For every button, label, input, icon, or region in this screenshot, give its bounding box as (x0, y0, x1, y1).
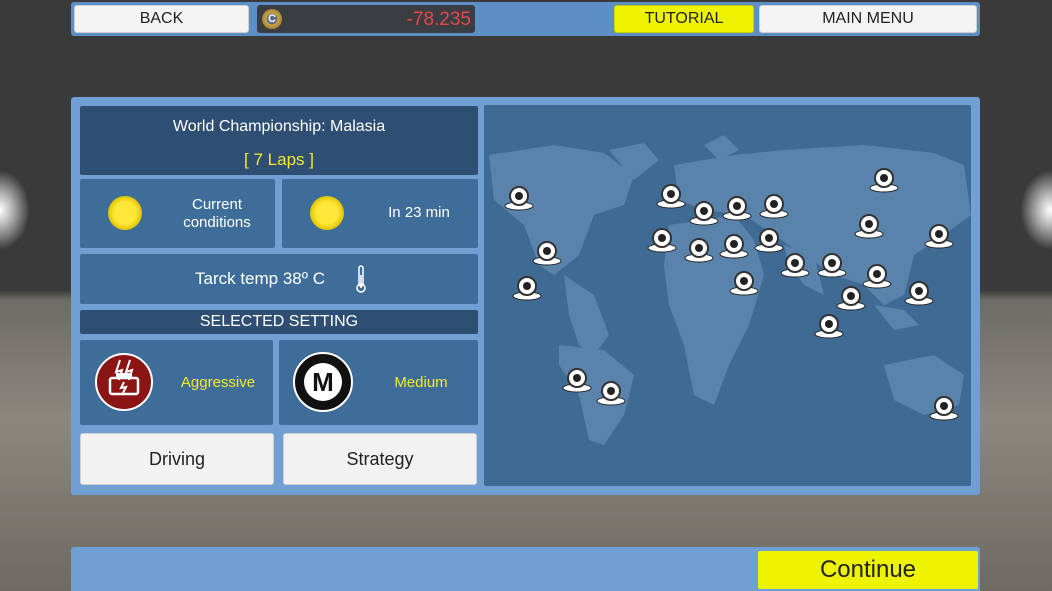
map-marker-middle-east-1[interactable] (729, 270, 759, 296)
sun-icon (108, 196, 142, 230)
map-marker-south-america-1[interactable] (562, 367, 592, 393)
strategy-button[interactable]: Strategy (283, 433, 477, 485)
map-marker-europe-7[interactable] (719, 233, 749, 259)
money-value: -78.235 (406, 9, 471, 30)
map-marker-europe-2[interactable] (689, 200, 719, 226)
thermometer-icon (356, 265, 366, 293)
track-temp-card: Tarck temp 38º C (80, 254, 478, 304)
selected-setting-header: SELECTED SETTING (80, 310, 478, 334)
bottom-bar: Continue (71, 547, 980, 591)
map-marker-north-america-2[interactable] (532, 240, 562, 266)
back-button[interactable]: BACK (74, 5, 249, 33)
current-conditions-label: Current conditions (183, 196, 251, 231)
sun-icon (310, 196, 344, 230)
race-laps: [ 7 Laps ] (244, 150, 314, 169)
map-marker-asia-2[interactable] (862, 263, 892, 289)
money-display: C -78.235 (257, 5, 475, 33)
map-marker-europe-6[interactable] (684, 237, 714, 263)
track-temp-label: Tarck temp 38º C (195, 269, 325, 288)
tutorial-button[interactable]: TUTORIAL (614, 5, 754, 33)
race-title-card: World Championship: Malasia [ 7 Laps ] (80, 106, 478, 175)
map-marker-asia-1[interactable] (817, 252, 847, 278)
stadium-light-right (1020, 170, 1052, 250)
map-marker-malaysia[interactable] (814, 313, 844, 339)
stadium-light-left (0, 170, 30, 250)
map-marker-europe-5[interactable] (647, 227, 677, 253)
race-info-panel: World Championship: Malasia [ 7 Laps ] C… (71, 97, 980, 495)
map-marker-europe-4[interactable] (759, 193, 789, 219)
strategy-setting-card: M Medium (279, 340, 478, 425)
forecast-weather-card: In 23 min (282, 179, 478, 248)
current-weather-card: Current conditions (80, 179, 275, 248)
map-marker-russia[interactable] (869, 167, 899, 193)
world-map (484, 105, 971, 486)
engine-aggressive-icon (95, 353, 153, 411)
map-marker-japan[interactable] (924, 223, 954, 249)
continue-button[interactable]: Continue (758, 551, 978, 589)
coin-icon: C (262, 9, 282, 29)
driving-setting-card: Aggressive (80, 340, 273, 425)
main-menu-button[interactable]: MAIN MENU (759, 5, 977, 33)
map-marker-asia-3[interactable] (836, 285, 866, 311)
map-marker-asia-4[interactable] (904, 280, 934, 306)
strategy-medium-icon: M (293, 352, 353, 412)
map-marker-north-america-3[interactable] (512, 275, 542, 301)
map-marker-north-america-1[interactable] (504, 185, 534, 211)
map-marker-middle-east-2[interactable] (780, 252, 810, 278)
map-marker-europe-8[interactable] (754, 227, 784, 253)
map-marker-asia-5[interactable] (854, 213, 884, 239)
map-marker-australia[interactable] (929, 395, 959, 421)
top-bar: BACK C -78.235 TUTORIAL MAIN MENU (71, 2, 980, 36)
driving-mode-label: Aggressive (180, 374, 256, 391)
world-map-graphic (489, 135, 971, 445)
map-marker-europe-1[interactable] (656, 183, 686, 209)
forecast-label: In 23 min (388, 204, 450, 221)
map-marker-europe-3[interactable] (722, 195, 752, 221)
selected-setting-title: SELECTED SETTING (199, 313, 359, 330)
strategy-mode-label: Medium (394, 374, 448, 391)
driving-button[interactable]: Driving (80, 433, 274, 485)
strategy-icon-letter: M (304, 363, 342, 401)
map-marker-south-america-2[interactable] (596, 380, 626, 406)
race-title: World Championship: Malasia (172, 118, 386, 135)
